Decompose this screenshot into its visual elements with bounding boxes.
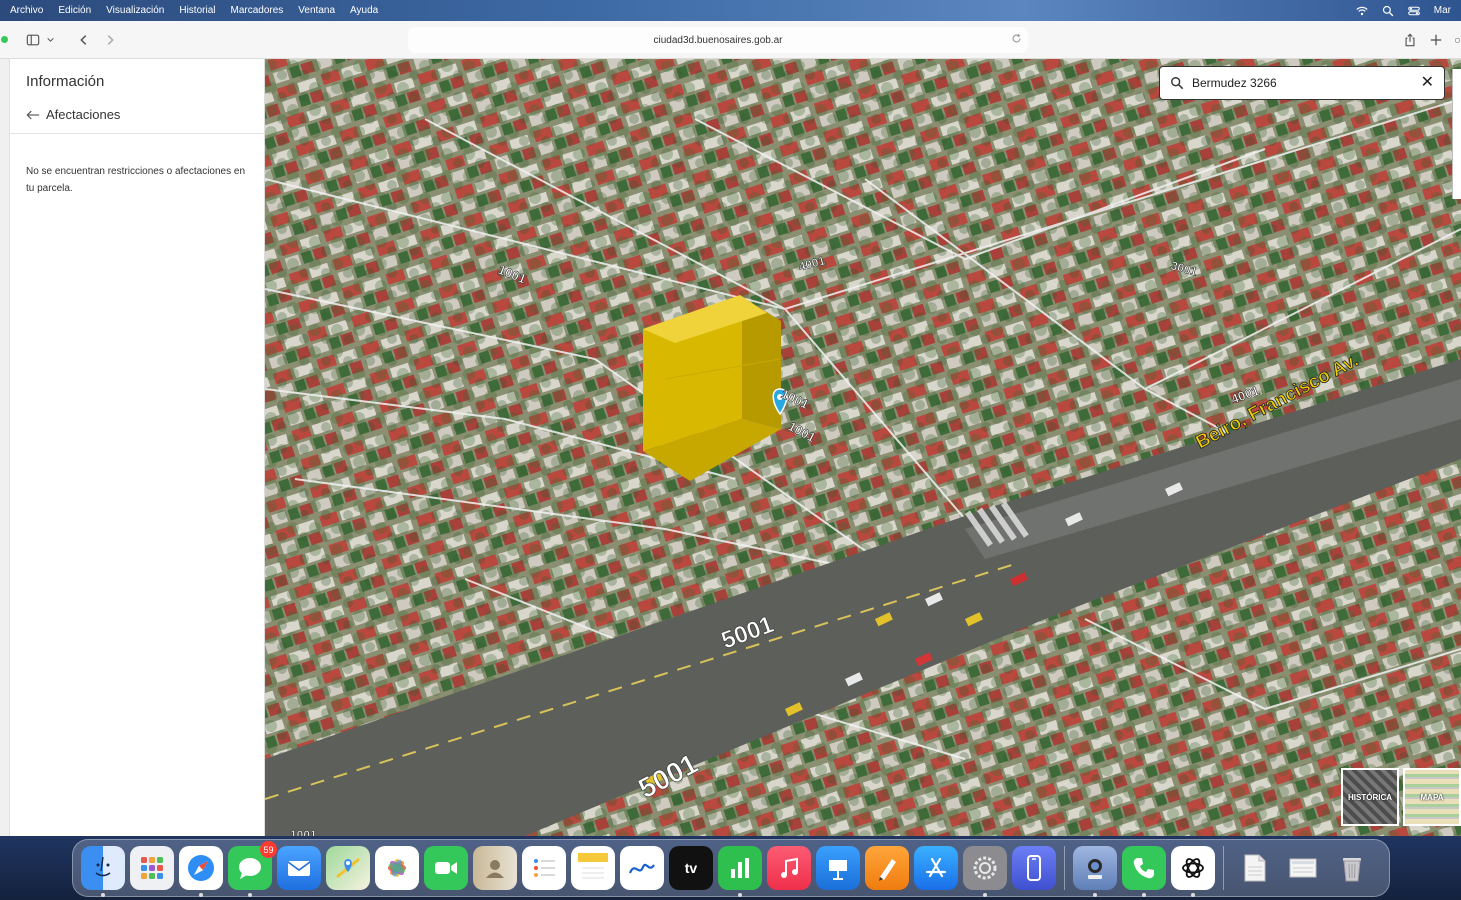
map-3d-view[interactable]: 5001 5001 1001 1001 4001 3001 1001 1001 … <box>265 59 1461 836</box>
chevron-left-icon <box>80 34 87 45</box>
reload-icon[interactable] <box>1011 33 1022 47</box>
phone-icon[interactable] <box>1122 846 1166 897</box>
finder-icon[interactable] <box>81 846 125 897</box>
tab-overview-button[interactable] <box>1455 33 1461 47</box>
running-indicator <box>101 893 105 897</box>
url-text: ciudad3d.buenosaires.gob.ar <box>653 34 783 46</box>
app-menu: Archivo Edición Visualización Historial … <box>10 5 378 16</box>
messages-unread-badge: 59 <box>260 841 277 858</box>
map-scene: 5001 5001 1001 1001 4001 3001 1001 1001 … <box>265 59 1461 836</box>
menu-archivo[interactable]: Archivo <box>10 5 43 16</box>
window-edge <box>0 59 10 836</box>
trash-icon[interactable] <box>1330 846 1374 890</box>
toolbar-right <box>1403 21 1461 59</box>
arrow-left-icon <box>26 110 40 119</box>
reminders-icon[interactable] <box>522 846 566 890</box>
mail-icon[interactable] <box>277 846 321 890</box>
photos-icon[interactable] <box>375 846 419 890</box>
tv-icon[interactable]: tv <box>669 846 713 890</box>
new-tab-button[interactable] <box>1429 33 1443 47</box>
back-label: Afectaciones <box>46 107 121 122</box>
document-icon[interactable] <box>1232 846 1276 890</box>
dock-separator <box>1223 846 1224 890</box>
tabs-icon <box>1455 38 1460 43</box>
messages-icon[interactable]: 59 <box>228 841 277 897</box>
notes-icon[interactable] <box>571 846 615 890</box>
dock: 59 tv <box>72 839 1390 897</box>
sidebar-toggle-button[interactable] <box>26 33 40 47</box>
tab-group-menu-button[interactable] <box>46 35 55 44</box>
pages-icon[interactable] <box>865 846 909 890</box>
plus-icon <box>1430 34 1442 46</box>
dock-separator <box>1064 846 1065 890</box>
menu-historial[interactable]: Historial <box>179 5 215 16</box>
menu-edicion[interactable]: Edición <box>58 5 91 16</box>
clear-search-icon[interactable]: ✕ <box>1421 75 1434 91</box>
music-icon[interactable] <box>767 846 811 890</box>
safari-icon[interactable] <box>179 846 223 897</box>
chevron-down-icon <box>47 38 54 42</box>
numbers-icon[interactable] <box>718 846 762 897</box>
chatgpt-icon[interactable] <box>1171 846 1215 897</box>
share-button[interactable] <box>1403 33 1417 47</box>
running-indicator <box>1142 893 1146 897</box>
running-indicator <box>1191 893 1195 897</box>
panel-title: Información <box>26 73 105 90</box>
running-indicator <box>199 893 203 897</box>
street-number-label: 1001 <box>290 828 317 836</box>
search-input[interactable] <box>1192 76 1412 90</box>
panel-divider <box>10 133 265 134</box>
afectaciones-message: No se encuentran restricciones o afectac… <box>26 166 246 194</box>
launchpad-icon[interactable] <box>130 846 174 890</box>
menu-visualizacion[interactable]: Visualización <box>106 5 164 16</box>
search-icon <box>1171 77 1184 90</box>
dock-area: 59 tv <box>0 836 1461 900</box>
menu-ventana[interactable]: Ventana <box>298 5 335 16</box>
running-indicator <box>983 893 987 897</box>
zoom-window-button[interactable] <box>1 36 8 43</box>
keynote-icon[interactable] <box>816 846 860 890</box>
menu-bar: Archivo Edición Visualización Historial … <box>0 0 1461 21</box>
running-indicator <box>738 893 742 897</box>
info-panel: Información Afectaciones No se encuentra… <box>10 59 265 836</box>
share-icon <box>1405 33 1415 47</box>
map-layer-button[interactable]: MAPA <box>1403 768 1461 826</box>
back-to-afectaciones-button[interactable]: Afectaciones <box>26 107 120 122</box>
map-side-controls[interactable] <box>1452 69 1461 199</box>
app-store-icon[interactable] <box>914 846 958 890</box>
address-bar[interactable]: ciudad3d.buenosaires.gob.ar <box>408 27 1028 53</box>
running-indicator <box>248 893 252 897</box>
menu-ayuda[interactable]: Ayuda <box>350 5 378 16</box>
address-search-box[interactable]: ✕ <box>1159 66 1445 100</box>
historical-layer-button[interactable]: HISTÓRICA <box>1341 768 1399 826</box>
control-center-icon[interactable] <box>1407 5 1420 17</box>
chevron-right-icon <box>107 34 114 45</box>
map-layer-label: MAPA <box>1420 792 1444 802</box>
screenshot-icon[interactable] <box>1281 846 1325 890</box>
spotlight-icon[interactable] <box>1382 5 1394 17</box>
status-tray: Mar <box>1356 5 1451 17</box>
contacts-icon[interactable] <box>473 846 517 890</box>
system-settings-icon[interactable] <box>963 846 1007 897</box>
tv-label: tv <box>684 860 698 876</box>
freeform-icon[interactable] <box>620 846 664 890</box>
running-indicator <box>1093 893 1097 897</box>
sidebar-icon <box>26 34 40 45</box>
historical-layer-label: HISTÓRICA <box>1348 792 1392 802</box>
facetime-icon[interactable] <box>424 846 468 890</box>
preview-icon[interactable] <box>1073 846 1117 897</box>
forward-button[interactable] <box>103 33 117 47</box>
maps-icon[interactable] <box>326 846 370 890</box>
menu-marcadores[interactable]: Marcadores <box>230 5 283 16</box>
iphone-mirroring-icon[interactable] <box>1012 846 1056 890</box>
menu-clock[interactable]: Mar <box>1434 5 1451 16</box>
wifi-icon[interactable] <box>1356 5 1368 17</box>
back-button[interactable] <box>77 33 91 47</box>
browser-toolbar: ciudad3d.buenosaires.gob.ar <box>0 21 1461 59</box>
